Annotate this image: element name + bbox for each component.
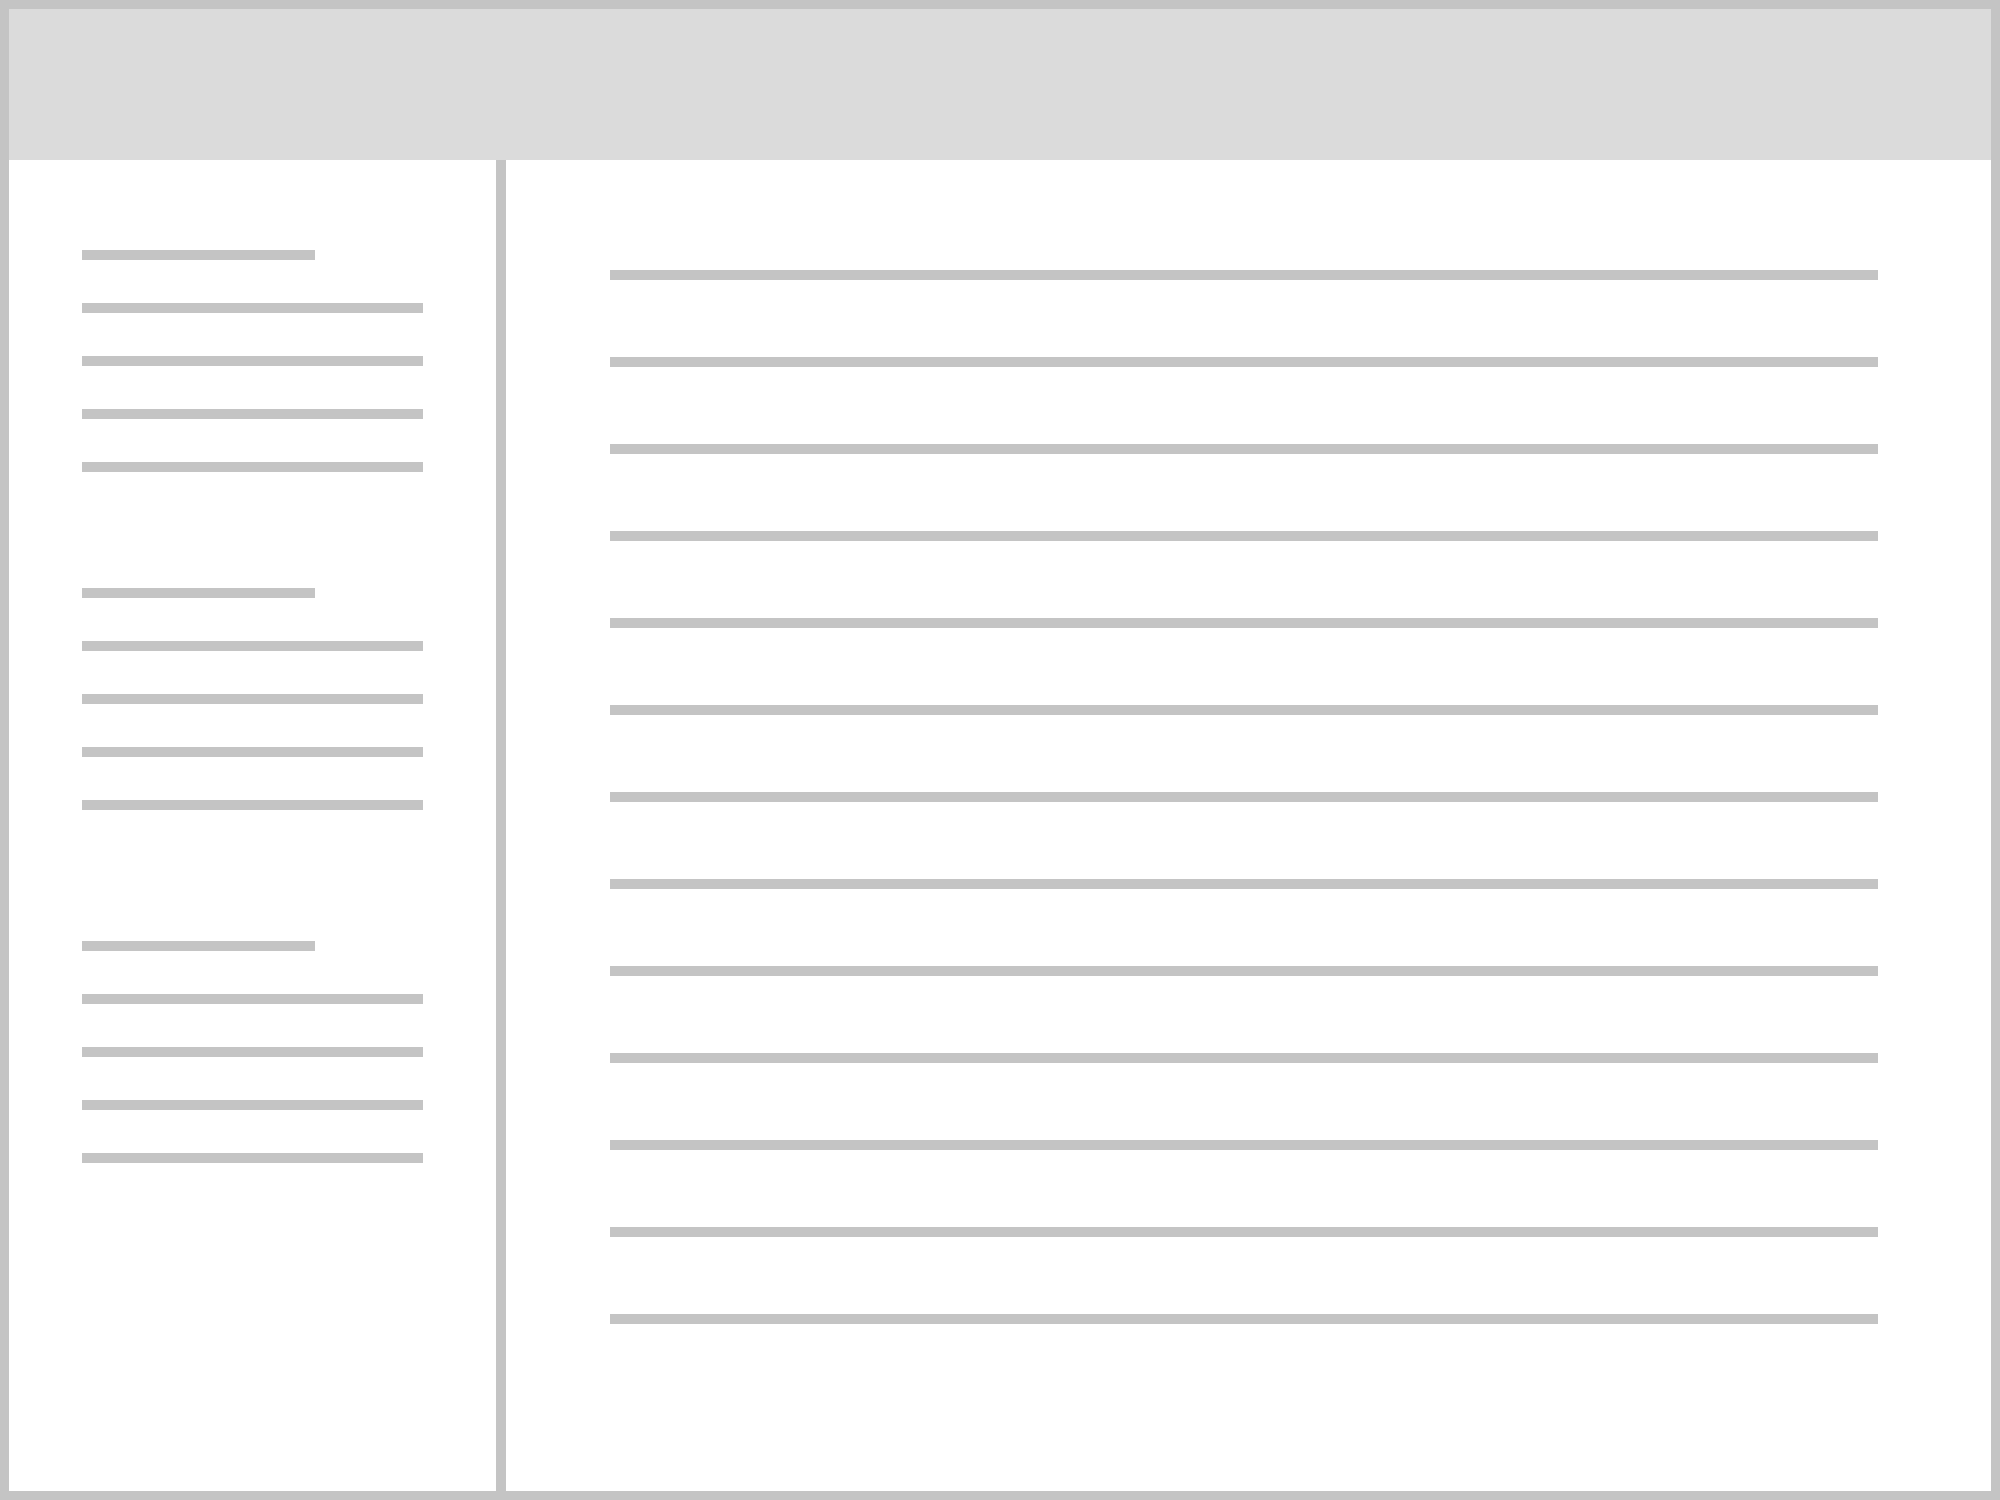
content-line-placeholder bbox=[610, 1227, 1878, 1237]
sidebar-item-placeholder[interactable] bbox=[82, 694, 423, 704]
content-line-placeholder bbox=[610, 531, 1878, 541]
content-line-placeholder bbox=[610, 792, 1878, 802]
sidebar-item-placeholder[interactable] bbox=[82, 747, 423, 757]
content-line-placeholder bbox=[610, 705, 1878, 715]
sidebar-group-heading-placeholder bbox=[82, 941, 315, 951]
content-line-placeholder bbox=[610, 879, 1878, 889]
sidebar-item-placeholder[interactable] bbox=[82, 641, 423, 651]
sidebar-item-placeholder[interactable] bbox=[82, 1153, 423, 1163]
sidebar-item-placeholder[interactable] bbox=[82, 303, 423, 313]
sidebar-group-heading-placeholder bbox=[82, 250, 315, 260]
content-line-placeholder bbox=[610, 270, 1878, 280]
sidebar-item-placeholder[interactable] bbox=[82, 356, 423, 366]
sidebar-item-placeholder[interactable] bbox=[82, 409, 423, 419]
content-line-placeholder bbox=[610, 357, 1878, 367]
content-line-placeholder bbox=[610, 966, 1878, 976]
content-line-placeholder bbox=[610, 1140, 1878, 1150]
sidebar-item-placeholder[interactable] bbox=[82, 994, 423, 1004]
sidebar-item-placeholder[interactable] bbox=[82, 800, 423, 810]
sidebar-item-placeholder[interactable] bbox=[82, 462, 423, 472]
content-line-placeholder bbox=[610, 444, 1878, 454]
header-bar bbox=[9, 9, 1991, 160]
content-line-placeholder bbox=[610, 1314, 1878, 1324]
sidebar-item-placeholder[interactable] bbox=[82, 1100, 423, 1110]
sidebar-group-heading-placeholder bbox=[82, 588, 315, 598]
content-line-placeholder bbox=[610, 618, 1878, 628]
content-line-placeholder bbox=[610, 1053, 1878, 1063]
sidebar-divider bbox=[496, 160, 506, 1491]
sidebar-item-placeholder[interactable] bbox=[82, 1047, 423, 1057]
